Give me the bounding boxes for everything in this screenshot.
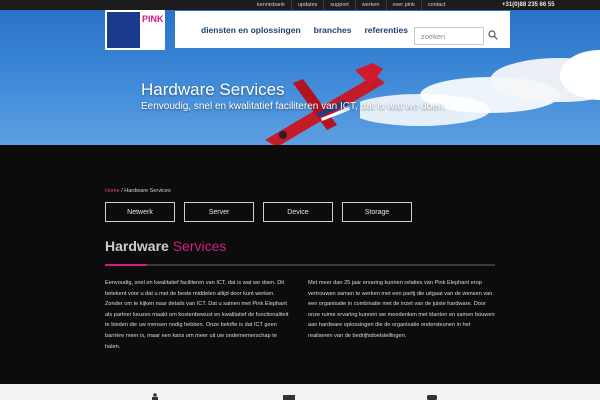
logo-text: PINK (142, 14, 164, 24)
category-netwerk-button[interactable]: Netwerk (105, 202, 175, 222)
top-links: kennisbank updates support werken over p… (251, 0, 452, 10)
monitor-icon[interactable] (282, 394, 296, 400)
category-storage-button[interactable]: Storage (342, 202, 412, 222)
airplane-graphic (265, 63, 385, 145)
hero-subtitle: Eenvoudig, snel en kwalitatief faciliter… (141, 101, 447, 112)
breadcrumb-current: Hardware Services (124, 188, 171, 194)
phone-number[interactable]: +31(0)88 235 66 55 (502, 0, 555, 10)
top-link-kennisbank[interactable]: kennisbank (251, 0, 291, 10)
top-link-over-pink[interactable]: over pink (385, 0, 421, 10)
category-device-button[interactable]: Device (263, 202, 333, 222)
top-link-werken[interactable]: werken (354, 0, 386, 10)
top-link-support[interactable]: support (323, 0, 354, 10)
breadcrumb-home[interactable]: Home (105, 188, 120, 194)
elephant-logo-icon (107, 12, 140, 48)
content-left-column: Eenvoudig, snel en kwalitatief faciliter… (105, 280, 289, 350)
footer-strip (0, 384, 600, 400)
search-input[interactable]: zoeken (414, 27, 484, 45)
top-link-updates[interactable]: updates (290, 0, 324, 10)
pink-logo[interactable]: PINK (105, 10, 165, 50)
section-title-pink: Services (172, 238, 227, 254)
breadcrumb-separator: / (121, 188, 123, 194)
section-divider-accent (105, 264, 147, 266)
nav-item-referenties[interactable]: referenties (364, 25, 407, 35)
hero-title: Hardware Services (141, 80, 285, 99)
section-divider (105, 264, 495, 266)
chat-icon[interactable] (426, 394, 438, 400)
nav-item-diensten[interactable]: diensten en oplossingen (201, 25, 301, 35)
nav-item-branches[interactable]: branches (314, 25, 352, 35)
category-buttons: Netwerk Server Device Storage (105, 202, 412, 222)
person-icon[interactable] (150, 393, 160, 400)
search-icon[interactable] (488, 30, 498, 40)
content-right-column: Met meer dan 25 jaar ervaring kunnen rel… (308, 280, 495, 339)
category-server-button[interactable]: Server (184, 202, 254, 222)
section-title: Hardware Services (105, 238, 226, 254)
breadcrumb: Home / Hardware Services (105, 188, 171, 194)
section-title-white: Hardware (105, 238, 169, 254)
top-link-contact[interactable]: contact (420, 0, 452, 10)
